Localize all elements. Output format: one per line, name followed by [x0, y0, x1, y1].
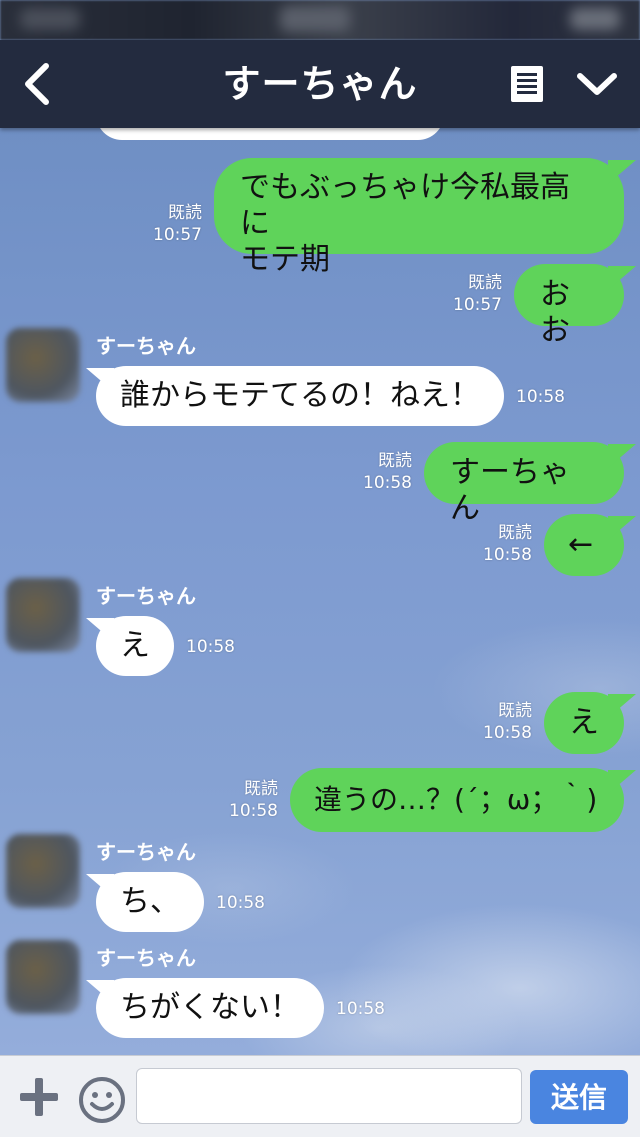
read-receipt: 既読 10:58	[360, 450, 412, 494]
message-text: 違うの…？(´；ω；｀)	[314, 783, 598, 816]
message-bubble-mine[interactable]: すーちゃん	[424, 442, 624, 526]
message-time: 10:57	[453, 295, 502, 315]
menu-button[interactable]	[508, 64, 546, 104]
message-bubble-mine[interactable]: 違うの…？(´；ω；｀)	[290, 768, 624, 832]
chat-header: すーちゃん	[0, 40, 640, 128]
expand-button[interactable]	[576, 66, 618, 102]
read-label: 既読	[168, 203, 202, 223]
read-label: 既読	[244, 779, 278, 799]
message-text: え	[569, 705, 599, 740]
message-text: すーちゃん	[450, 455, 570, 526]
message-time: 10:58	[516, 387, 565, 407]
avatar[interactable]	[6, 328, 80, 402]
sender-name: すーちゃん	[96, 840, 196, 864]
message-input[interactable]	[136, 1068, 522, 1124]
smiley-icon	[79, 1077, 125, 1123]
message-bubble-mine[interactable]: でもぶっちゃけ今私最高に モテ期	[214, 158, 624, 277]
message-time: 10:58	[216, 893, 265, 913]
emoji-button[interactable]	[78, 1076, 126, 1124]
message-text: でもぶっちゃけ今私最高に	[240, 170, 570, 241]
chevron-down-icon	[577, 73, 617, 95]
message-time: 10:58	[483, 723, 532, 743]
sender-name: すーちゃん	[96, 584, 196, 608]
page-title: すーちゃん	[222, 62, 418, 106]
message-bubble-mine[interactable]: おお	[514, 264, 624, 348]
message-text: ちがくない！	[120, 990, 300, 1025]
chat-area[interactable]: 既読 10:57 でもぶっちゃけ今私最高に モテ期 既読 10:57 おお すー…	[0, 128, 640, 1055]
message-text: え	[120, 628, 150, 663]
read-receipt: 既読 10:57	[150, 202, 202, 246]
message-time: 10:58	[483, 545, 532, 565]
read-receipt: 既読 10:58	[480, 522, 532, 566]
message-time: 10:58	[336, 999, 385, 1019]
read-receipt: 既読 10:58	[480, 700, 532, 744]
list-icon	[511, 66, 543, 102]
message-time: 10:58	[186, 637, 235, 657]
sender-name: すーちゃん	[96, 946, 196, 970]
read-label: 既読	[468, 273, 502, 293]
chevron-left-icon	[25, 63, 49, 105]
message-text: ち、	[120, 884, 180, 919]
message-time: 10:58	[363, 473, 412, 493]
message-text: ←	[568, 527, 594, 562]
read-label: 既読	[378, 451, 412, 471]
message-bubble-theirs[interactable]: 誰からモテてるの！ねえ！	[96, 366, 504, 426]
avatar[interactable]	[6, 940, 80, 1014]
message-text: 誰からモテてるの！ねえ！	[120, 378, 480, 413]
send-button[interactable]: 送信	[530, 1070, 628, 1124]
status-bar	[0, 0, 640, 40]
avatar[interactable]	[6, 834, 80, 908]
message-bubble-theirs[interactable]: ちがくない！	[96, 978, 324, 1038]
message-bubble-partial	[96, 128, 444, 140]
input-bar: 送信	[0, 1055, 640, 1137]
message-bubble-theirs[interactable]: え	[96, 616, 174, 676]
avatar[interactable]	[6, 578, 80, 652]
read-receipt: 既読 10:57	[450, 272, 502, 316]
read-receipt: 既読 10:58	[226, 778, 278, 822]
back-button[interactable]	[18, 60, 58, 108]
message-time: 10:57	[153, 225, 202, 245]
plus-icon	[20, 1078, 58, 1116]
message-time: 10:58	[229, 801, 278, 821]
sender-name: すーちゃん	[96, 334, 196, 358]
message-bubble-theirs[interactable]: ち、	[96, 872, 204, 932]
attach-button[interactable]	[18, 1076, 60, 1118]
message-text: おお	[540, 277, 570, 348]
read-label: 既読	[498, 523, 532, 543]
read-label: 既読	[498, 701, 532, 721]
